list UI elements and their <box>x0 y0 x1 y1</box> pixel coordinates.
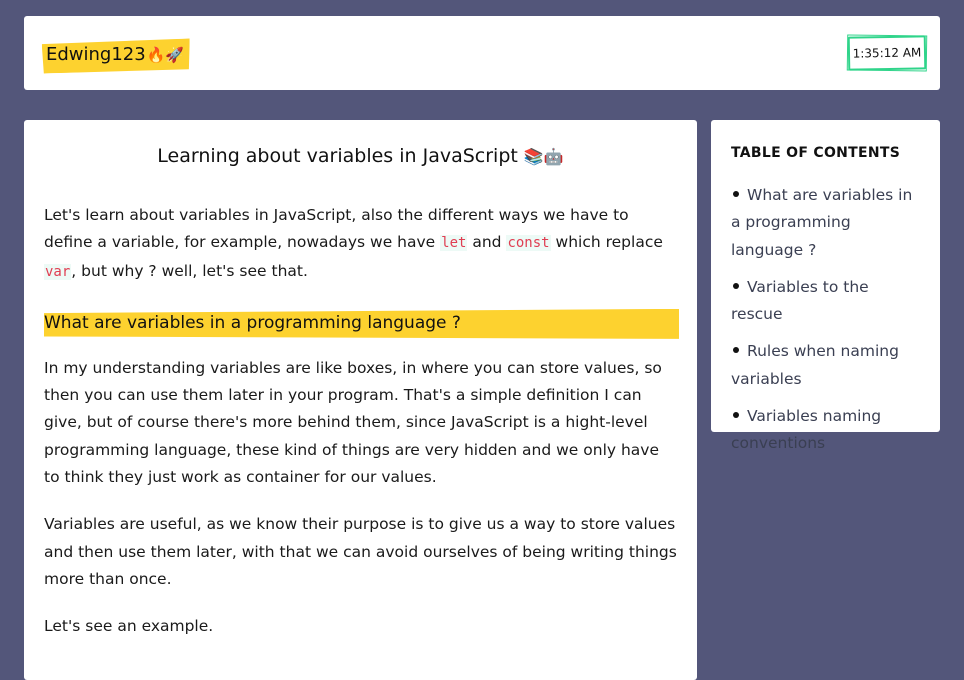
paragraph-variables-definition: In my understanding variables are like b… <box>44 358 662 487</box>
article-title-text: Learning about variables in JavaScript <box>157 145 518 167</box>
logo-text: Edwing123🔥🚀 <box>46 40 184 70</box>
bullet-icon <box>733 191 739 197</box>
site-header: Edwing123🔥🚀 1:35:12 AM <box>24 16 940 90</box>
toc-item-label: Variables to the rescue <box>731 277 869 324</box>
intro-text-4: , but why ? well, let's see that. <box>71 261 308 280</box>
intro-paragraph: Let's learn about variables in JavaScrip… <box>44 202 677 286</box>
code-let: let <box>440 235 468 252</box>
logo-emoji: 🔥🚀 <box>146 46 185 65</box>
article-title-emoji: 📚🤖 <box>523 147 564 166</box>
toc-title: TABLE OF CONTENTS <box>731 145 901 161</box>
paragraph-example-intro: Let's see an example. <box>44 617 214 636</box>
bullet-icon <box>733 282 739 289</box>
toc-item-rules-naming[interactable]: Rules when naming variables <box>731 338 920 393</box>
bullet-icon <box>733 412 739 419</box>
bullet-icon <box>733 347 739 354</box>
section-heading-text: What are variables in a programming lang… <box>44 312 461 333</box>
toc-item-label: Variables naming conventions <box>731 407 882 453</box>
intro-text-3: which replace <box>550 233 663 252</box>
toc-item-label: Rules when naming variables <box>731 342 899 388</box>
site-logo-link[interactable]: Edwing123🔥🚀 <box>42 38 191 73</box>
logo-name: Edwing123 <box>45 44 146 66</box>
clock-display: 1:35:12 AM <box>847 35 927 71</box>
toc-list: What are variables in a programming lang… <box>731 182 920 458</box>
paragraph-variables-usefulness: Variables are useful, as we know their p… <box>44 515 677 588</box>
article-title: Learning about variables in JavaScript 📚… <box>44 144 677 168</box>
toc-item-label: What are variables in a programming lang… <box>731 186 913 259</box>
article-card: Learning about variables in JavaScript 📚… <box>24 120 697 680</box>
toc-item-variables-to-the-rescue[interactable]: Variables to the rescue <box>731 274 920 329</box>
section-heading: What are variables in a programming lang… <box>24 307 697 341</box>
intro-text-2: and <box>467 233 507 252</box>
toc-item-naming-conventions[interactable]: Variables naming conventions <box>731 403 920 458</box>
code-const: const <box>506 235 551 252</box>
code-var: var <box>44 263 72 280</box>
table-of-contents: TABLE OF CONTENTS What are variables in … <box>711 120 940 452</box>
toc-item-what-are-variables[interactable]: What are variables in a programming lang… <box>731 182 920 264</box>
